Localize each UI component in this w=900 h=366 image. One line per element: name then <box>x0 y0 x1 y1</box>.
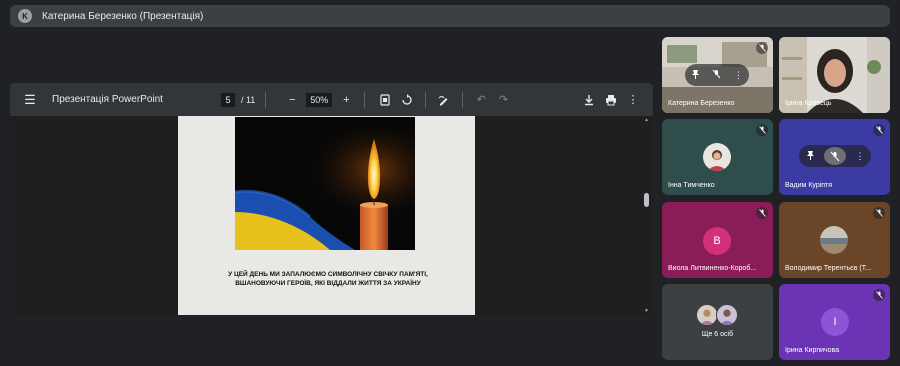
scroll-up-icon[interactable]: ▲ <box>644 117 649 123</box>
participant-name: Ірина Кирпичова <box>785 347 840 354</box>
redo-icon[interactable]: ↷ <box>495 92 511 108</box>
tile-hover-controls: ⋮ <box>685 64 749 86</box>
download-icon[interactable] <box>581 92 597 108</box>
print-icon[interactable] <box>603 92 619 108</box>
mic-off-icon <box>873 124 885 136</box>
zoom-in-icon[interactable]: + <box>338 92 354 108</box>
zoom-level-input[interactable]: 50% <box>306 92 333 107</box>
presenter-bar[interactable]: K Катерина Березенко (Презентація) <box>10 5 890 27</box>
more-vert-icon[interactable]: ⋮ <box>730 70 746 81</box>
zoom-out-icon[interactable]: − <box>284 92 300 108</box>
participant-tile[interactable]: ⋮ Вадим Курiптя <box>779 119 890 195</box>
slide-caption: У ЦЕЙ ДЕНЬ МИ ЗАПАЛЮЄМО СИМВОЛІЧНУ СВІЧК… <box>228 271 428 287</box>
mic-off-icon <box>756 207 768 219</box>
mic-off-icon <box>756 42 768 54</box>
more-vert-icon[interactable]: ⋮ <box>625 92 641 108</box>
participant-tile[interactable]: І Ірина Кирпичова <box>779 284 890 360</box>
page-number-input[interactable]: 5 <box>220 92 235 107</box>
participant-name: Катерина Березенко <box>668 100 735 107</box>
participant-name: Володимир Терентьєв (Т... <box>785 265 872 272</box>
participant-tile[interactable]: Ірина Кравець <box>779 37 890 113</box>
participant-name: Інна Тимченко <box>668 182 715 189</box>
pin-icon[interactable] <box>802 150 818 162</box>
menu-icon[interactable]: ☰ <box>22 92 38 108</box>
participant-name: Ірина Кравець <box>785 100 832 107</box>
toolbar-divider <box>425 91 427 108</box>
more-vert-icon[interactable]: ⋮ <box>852 151 868 162</box>
avatar <box>696 304 718 326</box>
pin-icon[interactable] <box>688 69 704 81</box>
more-participants-label: Ще 6 осіб <box>701 331 734 338</box>
participant-tile[interactable]: ⋮ Катерина Березенко <box>662 37 773 113</box>
presentation-viewer: ☰ Презентація PowerPoint 5 / 11 − 50% + … <box>10 83 653 315</box>
avatar <box>716 304 738 326</box>
toolbar-divider <box>265 91 267 108</box>
more-participants-tile[interactable]: Ще 6 осіб <box>662 284 773 360</box>
mic-off-icon <box>756 124 768 136</box>
viewer-scrollbar[interactable]: ▲ ▼ <box>643 116 651 315</box>
annotate-icon[interactable] <box>436 92 452 108</box>
slide-page: У ЦЕЙ ДЕНЬ МИ ЗАПАЛЮЄМО СИМВОЛІЧНУ СВІЧК… <box>178 116 475 315</box>
avatar: В <box>703 227 731 255</box>
participant-name: Вадим Курiптя <box>785 182 833 189</box>
mute-icon[interactable] <box>709 69 725 81</box>
fit-page-icon[interactable] <box>377 92 393 108</box>
avatar <box>824 147 846 165</box>
rotate-icon[interactable] <box>399 92 415 108</box>
participant-tile[interactable]: В Виола Литвиненко-Короб... <box>662 202 773 278</box>
participant-tile[interactable]: Володимир Терентьєв (Т... <box>779 202 890 278</box>
undo-icon[interactable]: ↶ <box>473 92 489 108</box>
viewer-toolbar: ☰ Презентація PowerPoint 5 / 11 − 50% + … <box>10 83 653 116</box>
presenter-avatar: K <box>18 9 32 23</box>
tile-hover-controls: ⋮ <box>799 145 871 167</box>
document-title: Презентація PowerPoint <box>52 94 163 105</box>
candle-flag-image <box>235 117 415 250</box>
avatar <box>820 226 848 254</box>
scroll-down-icon[interactable]: ▼ <box>644 308 649 314</box>
mic-off-icon <box>873 207 885 219</box>
participant-tile[interactable]: Інна Тимченко <box>662 119 773 195</box>
mic-off-icon <box>873 289 885 301</box>
presenter-title: Катерина Березенко (Презентація) <box>42 10 204 22</box>
page-total: / 11 <box>240 94 256 105</box>
toolbar-divider <box>462 91 464 108</box>
avatar: І <box>821 308 849 336</box>
scroll-thumb[interactable] <box>644 193 649 207</box>
participant-name: Виола Литвиненко-Короб... <box>668 265 757 272</box>
toolbar-divider <box>364 91 366 108</box>
avatar <box>703 143 731 171</box>
